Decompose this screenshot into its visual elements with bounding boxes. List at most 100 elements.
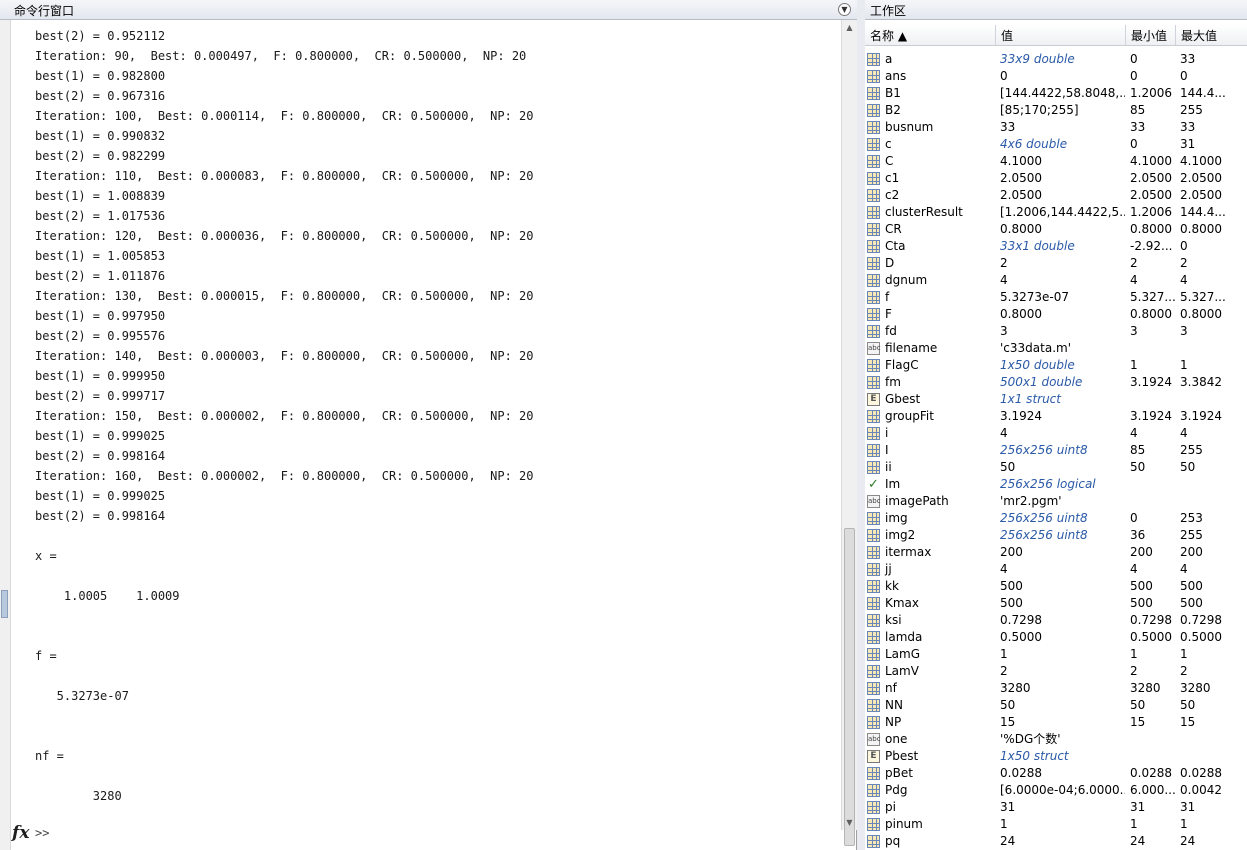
variable-max: 0.8000 [1180,307,1222,321]
variable-value[interactable]: 1x1 struct [1000,391,1125,408]
panel-divider[interactable] [857,0,865,850]
workspace-row-pi[interactable]: pi 31 31 31 [865,799,1247,816]
workspace-row-ksi[interactable]: ksi 0.7298 0.7298 0.7298 [865,612,1247,629]
workspace-row-LamG[interactable]: LamG 1 1 1 [865,646,1247,663]
workspace-row-B1[interactable]: B1 [144.4422,58.8048,... 1.2006 144.4... [865,85,1247,102]
workspace-row-f[interactable]: f 5.3273e-07 5.327... 5.327... [865,289,1247,306]
workspace-row-ii[interactable]: ii 50 50 50 [865,459,1247,476]
workspace-row-Gbest[interactable]: E Gbest 1x1 struct [865,391,1247,408]
workspace-row-i[interactable]: i 4 4 4 [865,425,1247,442]
command-output-line [35,626,835,646]
workspace-row-busnum[interactable]: busnum 33 33 33 [865,119,1247,136]
workspace-row-clusterResult[interactable]: clusterResult [1.2006,144.4422,5... 1.2006… [865,204,1247,221]
matrix-grid-icon [867,529,880,542]
workspace-row-pq[interactable]: pq 24 24 24 [865,833,1247,850]
workspace-row-groupFit[interactable]: groupFit 3.1924 3.1924 3.1924 [865,408,1247,425]
workspace-row-itermax[interactable]: itermax 200 200 200 [865,544,1247,561]
fx-icon[interactable]: fx [12,823,29,843]
workspace-row-Kmax[interactable]: Kmax 500 500 500 [865,595,1247,612]
command-window-scrollbar[interactable]: ▲ ▼ [841,20,857,846]
column-separator[interactable] [1125,25,1126,45]
workspace-row-C[interactable]: C 4.1000 4.1000 4.1000 [865,153,1247,170]
struct-icon: E [867,750,880,763]
workspace-row-Pbest[interactable]: E Pbest 1x50 struct [865,748,1247,765]
command-output[interactable]: best(2) = 0.952112 Iteration: 90, Best: 0… [35,26,835,806]
variable-min: 2.0500 [1130,188,1172,202]
variable-value: 3.1924 [1000,409,1042,423]
command-output-line: best(1) = 1.008839 [35,189,166,203]
workspace-row-NN[interactable]: NN 50 50 50 [865,697,1247,714]
workspace-row-pinum[interactable]: pinum 1 1 1 [865,816,1247,833]
matrix-grid-icon [867,138,880,151]
workspace-row-jj[interactable]: jj 4 4 4 [865,561,1247,578]
variable-value: 2.0500 [1000,171,1042,185]
variable-value: 4 [1000,273,1008,287]
workspace-row-ans[interactable]: ans 0 0 0 [865,68,1247,85]
workspace-row-img2[interactable]: img2 256x256 uint8 36 255 [865,527,1247,544]
column-separator[interactable] [995,25,996,45]
variable-value[interactable]: 256x256 uint8 [1000,527,1125,544]
variable-value: 0.7298 [1000,613,1042,627]
workspace-row-NP[interactable]: NP 15 15 15 [865,714,1247,731]
workspace-row-imagePath[interactable]: abc imagePath 'mr2.pgm' [865,493,1247,510]
column-header-value[interactable]: 值 [1001,27,1013,44]
workspace-row-CR[interactable]: CR 0.8000 0.8000 0.8000 [865,221,1247,238]
variable-name: Pdg [885,783,908,797]
workspace-row-filename[interactable]: abc filename 'c33data.m' [865,340,1247,357]
scroll-down-arrow-icon[interactable]: ▼ [842,815,857,830]
workspace-row-D[interactable]: D 2 2 2 [865,255,1247,272]
column-header-name[interactable]: 名称 ▲ [870,27,907,44]
column-header-min[interactable]: 最小值 [1131,27,1167,44]
variable-max: 1 [1180,817,1188,831]
variable-name: I [885,443,889,457]
workspace-row-dgnum[interactable]: dgnum 4 4 4 [865,272,1247,289]
workspace-row-lamda[interactable]: lamda 0.5000 0.5000 0.5000 [865,629,1247,646]
variable-value[interactable]: 33x9 double [1000,51,1125,68]
workspace-row-Im[interactable]: ✓ Im 256x256 logical [865,476,1247,493]
workspace-row-nf[interactable]: nf 3280 3280 3280 [865,680,1247,697]
workspace-row-LamV[interactable]: LamV 2 2 2 [865,663,1247,680]
workspace-row-fm[interactable]: fm 500x1 double 3.1924 3.3842 [865,374,1247,391]
workspace-row-one[interactable]: abc one '%DG个数' [865,731,1247,748]
column-header-max[interactable]: 最大值 [1181,27,1217,44]
variable-value[interactable]: 256x256 uint8 [1000,442,1125,459]
workspace-row-c[interactable]: c 4x6 double 0 31 [865,136,1247,153]
matrix-grid-icon [867,631,880,644]
variable-value[interactable]: 256x256 logical [1000,476,1125,493]
variable-max: 3280 [1180,681,1211,695]
matrix-grid-icon [867,274,880,287]
variable-value[interactable]: 33x1 double [1000,238,1125,255]
workspace-row-F[interactable]: F 0.8000 0.8000 0.8000 [865,306,1247,323]
workspace-row-kk[interactable]: kk 500 500 500 [865,578,1247,595]
command-output-line: x = [35,549,57,563]
variable-value[interactable]: 1x50 struct [1000,748,1125,765]
workspace-row-fd[interactable]: fd 3 3 3 [865,323,1247,340]
workspace-row-I[interactable]: I 256x256 uint8 85 255 [865,442,1247,459]
workspace-row-c2[interactable]: c2 2.0500 2.0500 2.0500 [865,187,1247,204]
variable-name: a [885,52,893,66]
command-prompt[interactable]: >> [35,826,49,840]
variable-value[interactable]: 256x256 uint8 [1000,510,1125,527]
workspace-row-FlagC[interactable]: FlagC 1x50 double 1 1 [865,357,1247,374]
variable-max: 31 [1180,800,1196,814]
variable-value[interactable]: 4x6 double [1000,136,1125,153]
workspace-row-img[interactable]: img 256x256 uint8 0 253 [865,510,1247,527]
variable-value[interactable]: 500x1 double [1000,374,1125,391]
workspace-row-c1[interactable]: c1 2.0500 2.0500 2.0500 [865,170,1247,187]
variable-value: 24 [1000,834,1016,848]
workspace-row-B2[interactable]: B2 [85;170;255] 85 255 [865,102,1247,119]
workspace-row-a[interactable]: a 33x9 double 0 33 [865,51,1247,68]
workspace-row-Pdg[interactable]: Pdg [6.0000e-04;6.0000... 6.000... 0.0042 [865,782,1247,799]
scroll-up-arrow-icon[interactable]: ▲ [842,20,857,35]
variable-max: 24 [1180,834,1196,848]
variable-max: 0.8000 [1180,222,1222,236]
variable-value[interactable]: 1x50 double [1000,357,1125,374]
workspace-row-Cta[interactable]: Cta 33x1 double -2.92... 0 [865,238,1247,255]
panel-menu-chevron-icon[interactable]: ▼ [838,3,851,16]
scrollbar-thumb[interactable] [844,528,855,846]
command-prompt-row[interactable]: fx >> [0,822,841,846]
variable-name: c [885,137,892,151]
column-separator[interactable] [1175,25,1176,45]
workspace-row-pBet[interactable]: pBet 0.0288 0.0288 0.0288 [865,765,1247,782]
variable-max: 0 [1180,239,1188,253]
